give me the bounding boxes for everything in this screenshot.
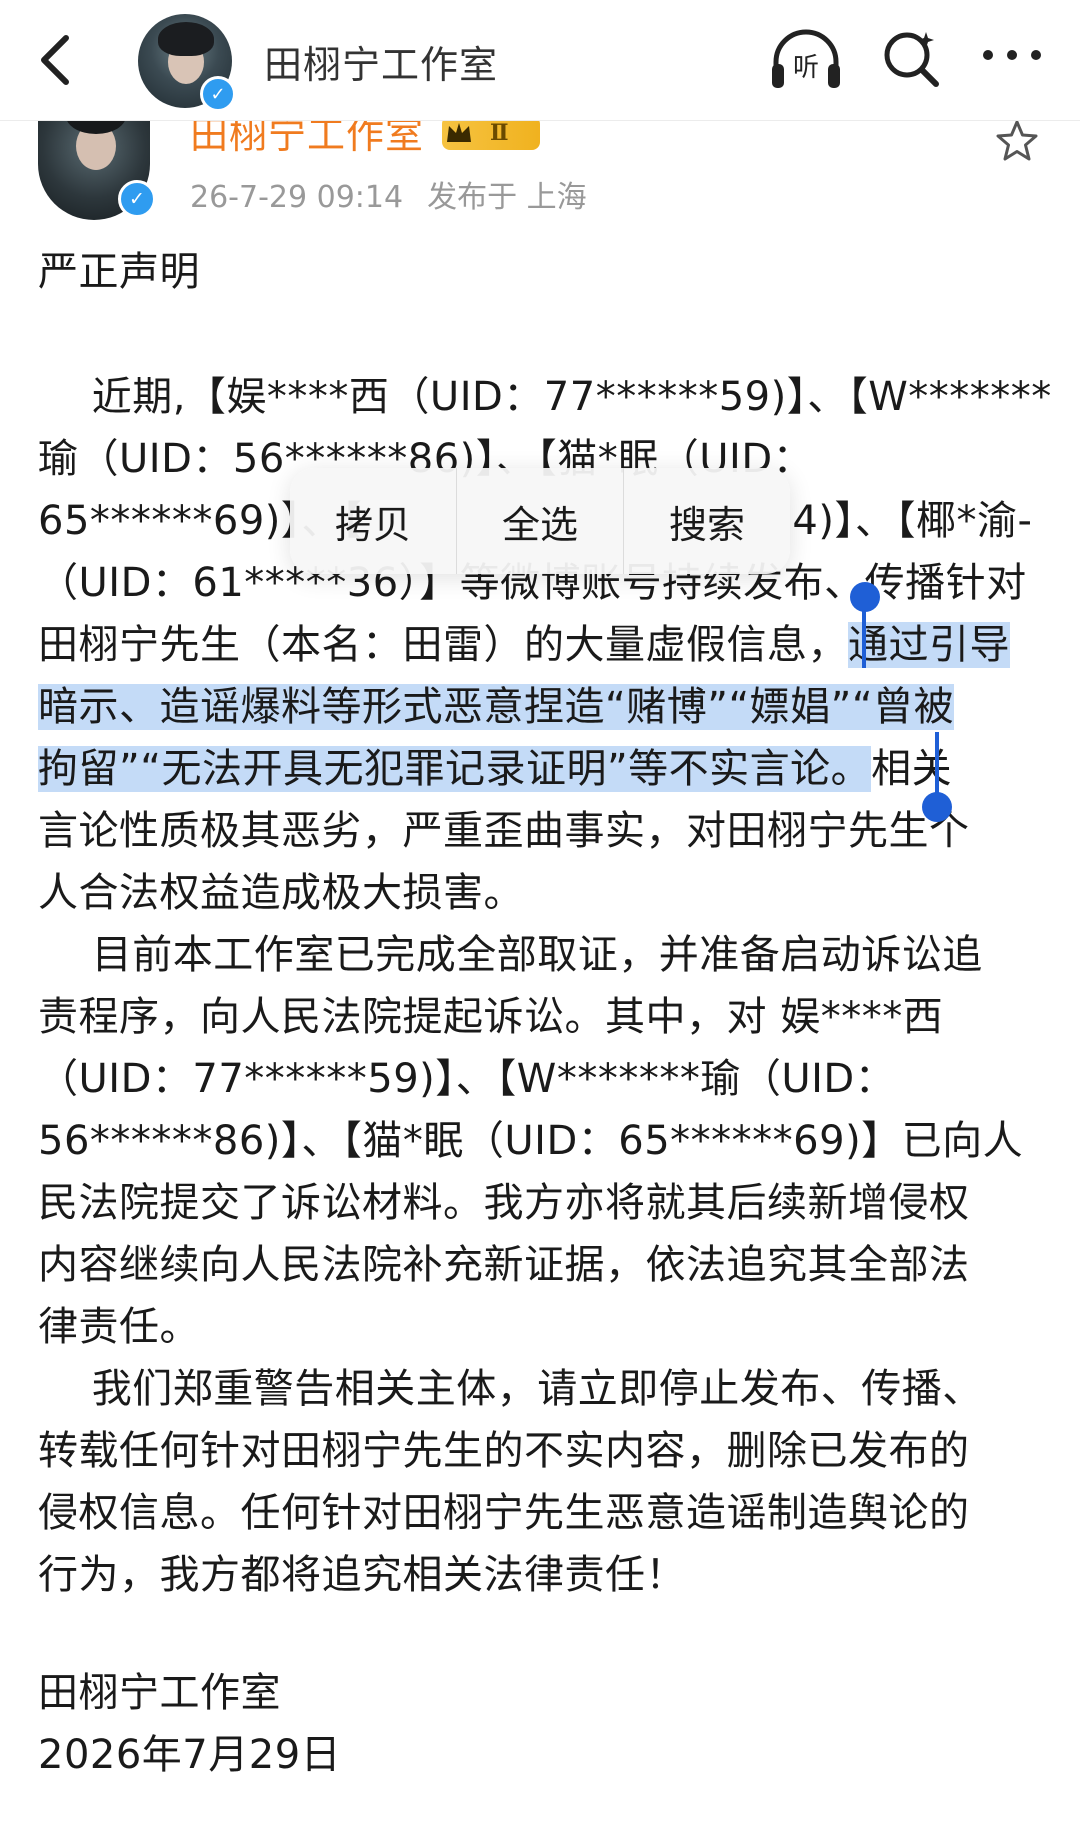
text-line: 民法院提交了诉讼材料。我方亦将就其后续新增侵权 xyxy=(38,1180,970,1226)
badge-level: Ⅱ xyxy=(490,120,509,146)
text-line: 我们郑重警告相关主体，请立即停止发布、传播、 xyxy=(38,1366,983,1412)
text-fragment: 4)】、【椰*渝- xyxy=(792,498,1033,544)
selection-start-bar xyxy=(862,600,866,668)
crown-icon xyxy=(442,116,476,150)
headphones-icon: 听 xyxy=(772,29,840,88)
header-title[interactable]: 田栩宁工作室 xyxy=(264,34,498,89)
listen-button[interactable]: 听 xyxy=(768,26,844,92)
statement-heading: 严正声明 xyxy=(38,249,200,295)
text-line: 拘留”“无法开具无犯罪记录证明”等不实言论。相关 xyxy=(38,738,952,800)
text-line: （UID：77******59)】、【W*******瑜（UID： xyxy=(38,1056,896,1102)
text-fragment: 相关 xyxy=(871,746,953,792)
text-line: 内容继续向人民法院补充新证据，依法追究其全部法 xyxy=(38,1242,970,1288)
selection-end-bar xyxy=(935,732,939,794)
text-fragment: 田栩宁先生（本名：田雷）的大量虚假信息， xyxy=(38,622,848,668)
selected-text[interactable]: 拘留”“无法开具无犯罪记录证明”等不实言论。 xyxy=(38,746,872,792)
back-button[interactable] xyxy=(30,30,86,90)
favorite-button[interactable] xyxy=(994,118,1040,164)
selected-text[interactable]: 暗示、造谣爆料等形式恶意捏造“赌博”“嫖娼”“曾被 xyxy=(38,684,955,730)
back-icon xyxy=(41,35,69,85)
star-icon xyxy=(996,120,1038,161)
post-meta: 26-7-29 09:14 发布于 上海 xyxy=(190,172,587,216)
copy-menu-item[interactable]: 拷贝 xyxy=(290,468,456,574)
listen-label: 听 xyxy=(793,53,819,83)
post-time: 26-7-29 09:14 xyxy=(190,180,404,215)
selection-end-handle[interactable] xyxy=(922,792,952,822)
text-line: 言论性质极其恶劣，严重歪曲事实，对田栩宁先生个 xyxy=(38,808,970,854)
text-line: 侵权信息。任何针对田栩宁先生恶意造谣制造舆论的 xyxy=(38,1490,970,1536)
more-icon xyxy=(983,50,1041,60)
post-location: 发布于 上海 xyxy=(427,180,587,215)
text-line: 人合法权益造成极大损害。 xyxy=(38,870,524,916)
signature: 田栩宁工作室 xyxy=(38,1670,281,1716)
text-line: 暗示、造谣爆料等形式恶意捏造“赌博”“嫖娼”“曾被 xyxy=(38,676,955,738)
top-nav-bar: ✓ 田栩宁工作室 听 xyxy=(0,0,1080,121)
text-line: 行为，我方都将追究相关法律责任！ xyxy=(38,1552,686,1598)
select-all-menu-item[interactable]: 全选 xyxy=(456,468,623,574)
text-line: 近期,【娱****西（UID：77******59)】、【W******* xyxy=(38,374,1052,420)
statement-date: 2026年7月29日 xyxy=(38,1732,342,1778)
text-line: 目前本工作室已完成全部取证，并准备启动诉讼追 xyxy=(38,932,983,978)
search-button[interactable] xyxy=(880,28,942,90)
text-context-menu: 拷贝 全选 搜索 xyxy=(290,468,790,574)
verified-badge-icon: ✓ xyxy=(200,76,236,112)
search-icon xyxy=(884,32,939,87)
member-badge[interactable]: Ⅱ xyxy=(442,116,540,150)
more-button[interactable] xyxy=(980,40,1044,70)
verified-badge-icon: ✓ xyxy=(118,180,156,218)
text-line: 律责任。 xyxy=(38,1304,200,1350)
text-line: 转载任何针对田栩宁先生的不实内容，删除已发布的 xyxy=(38,1428,970,1474)
text-line: 56******86)】、【猫*眠（UID：65******69)】已向人 xyxy=(38,1118,1024,1164)
search-menu-item[interactable]: 搜索 xyxy=(623,468,790,574)
selected-text[interactable]: 通过引导 xyxy=(848,622,1010,668)
text-line: 责程序，向人民法院提起诉讼。其中，对 娱****西 xyxy=(38,994,944,1040)
